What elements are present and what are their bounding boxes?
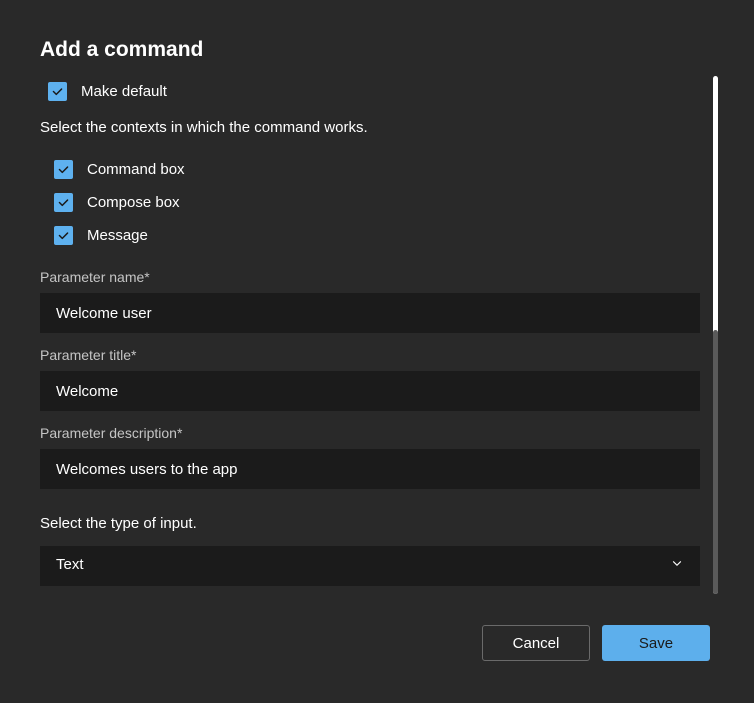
check-icon	[57, 163, 70, 176]
check-icon	[57, 196, 70, 209]
make-default-label: Make default	[81, 83, 167, 100]
param-name-input[interactable]	[40, 293, 700, 333]
check-icon	[57, 229, 70, 242]
context-message-label: Message	[87, 227, 148, 244]
save-button[interactable]: Save	[602, 625, 710, 661]
param-title-input[interactable]	[40, 371, 700, 411]
add-command-dialog: Add a command Make default Select the co…	[0, 0, 754, 703]
contexts-subtitle: Select the contexts in which the command…	[40, 119, 700, 136]
input-type-select[interactable]: Text	[40, 546, 700, 586]
context-message-row[interactable]: Message	[46, 222, 700, 249]
context-compose-box-checkbox[interactable]	[54, 193, 73, 212]
context-command-box-checkbox[interactable]	[54, 160, 73, 179]
contexts-group: Command box Compose box Message	[40, 156, 700, 249]
scrollbar-thumb[interactable]	[713, 330, 718, 594]
input-type-label: Select the type of input.	[40, 515, 700, 532]
make-default-checkbox[interactable]	[48, 82, 67, 101]
context-compose-box-label: Compose box	[87, 194, 180, 211]
check-icon	[51, 85, 64, 98]
context-compose-box-row[interactable]: Compose box	[46, 189, 700, 216]
context-command-box-row[interactable]: Command box	[46, 156, 700, 183]
dialog-title: Add a command	[40, 38, 700, 62]
context-command-box-label: Command box	[87, 161, 185, 178]
param-title-label: Parameter title*	[40, 347, 700, 363]
cancel-button[interactable]: Cancel	[482, 625, 590, 661]
param-name-label: Parameter name*	[40, 269, 700, 285]
context-message-checkbox[interactable]	[54, 226, 73, 245]
input-type-select-wrapper[interactable]: Text	[40, 546, 700, 586]
button-row: Cancel Save	[482, 625, 710, 661]
param-description-label: Parameter description*	[40, 425, 700, 441]
make-default-row[interactable]: Make default	[40, 78, 700, 105]
param-description-input[interactable]	[40, 449, 700, 489]
